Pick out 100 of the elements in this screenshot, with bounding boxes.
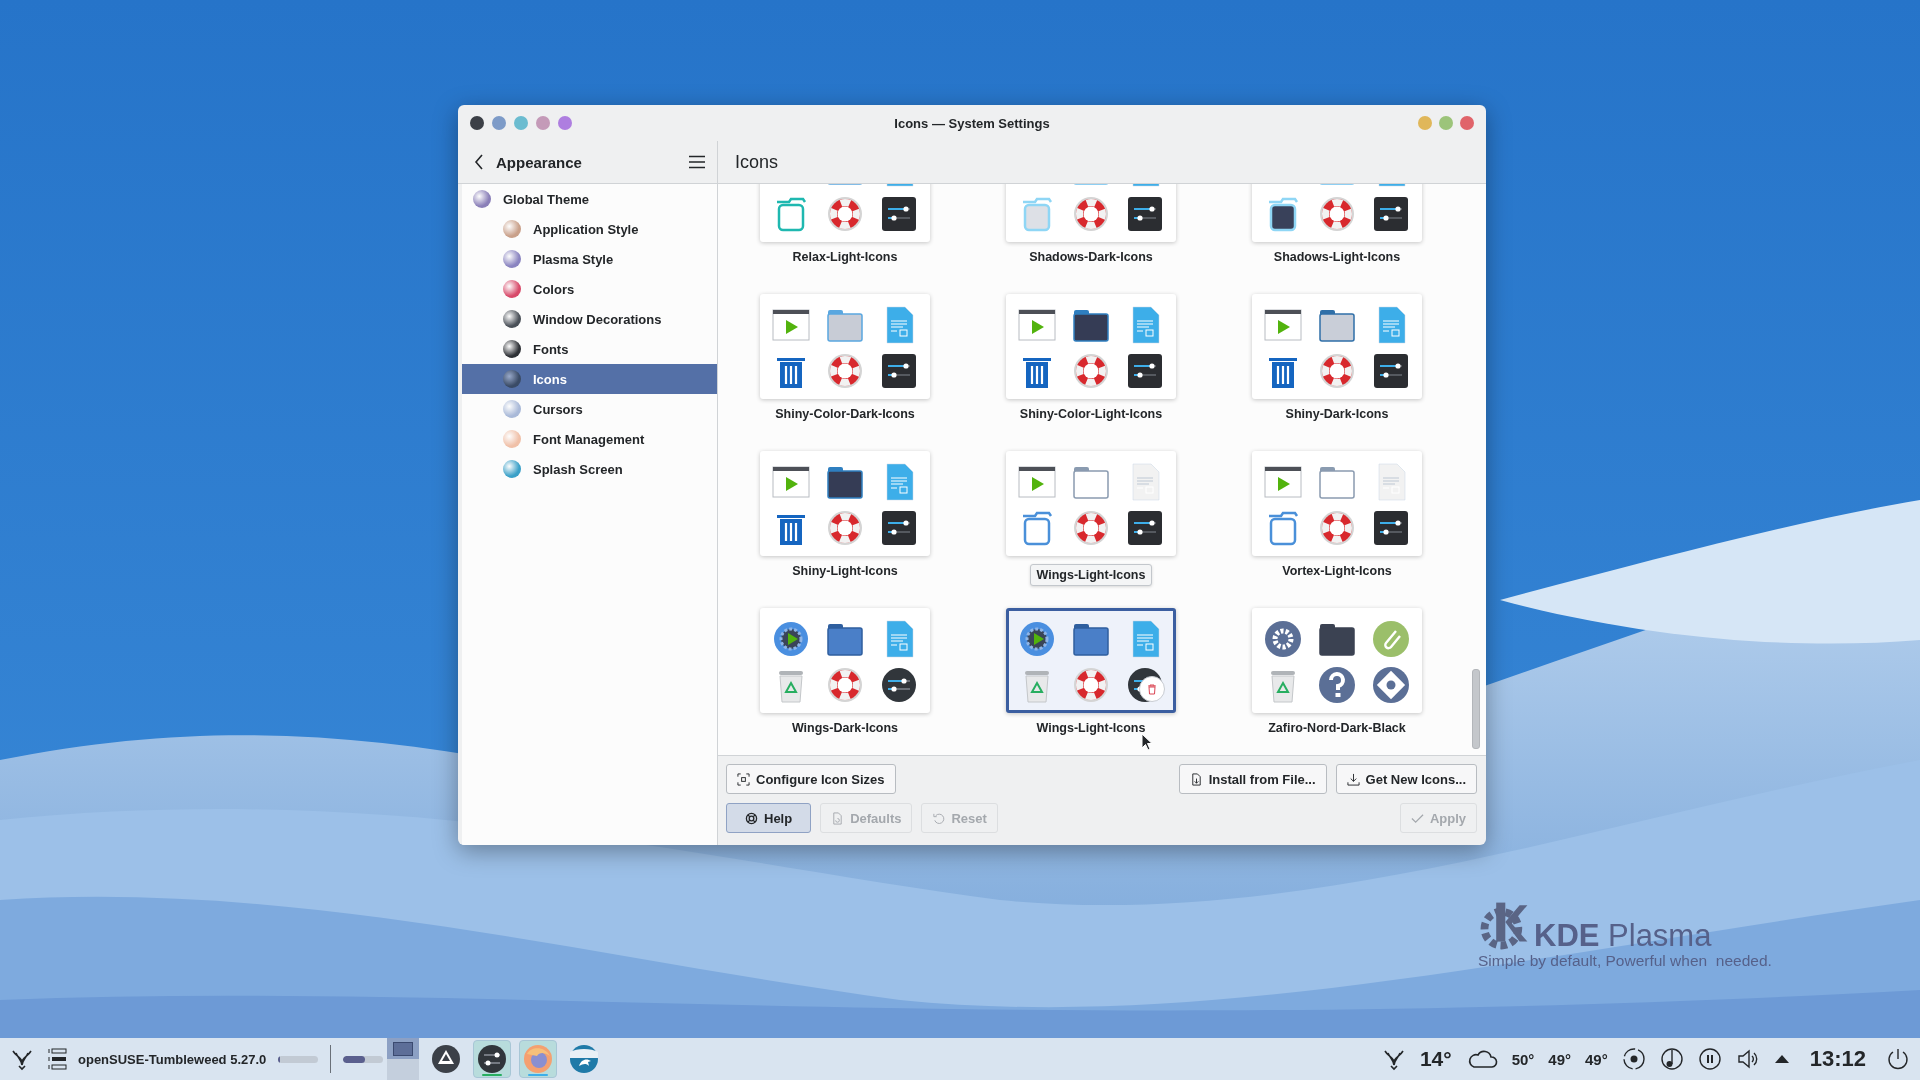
fox-globe-icon [523,1044,554,1074]
logo-title: KDE Plasma [1534,918,1712,954]
sliders-icon [1371,194,1411,234]
sensor-temperature[interactable]: 49° [1585,1050,1608,1068]
sidebar-item[interactable]: Colors [462,274,717,304]
file-icon [1189,772,1203,786]
icon-theme-preview[interactable] [1006,451,1176,556]
sidebar-item[interactable]: Global Theme [462,184,717,214]
theme-name: Zafiro-Nord-Dark-Black [1268,721,1406,735]
virtual-desktop[interactable] [387,1038,420,1059]
icon-theme-preview[interactable] [1252,451,1422,556]
sidebar-item[interactable]: Fonts [462,334,717,364]
sliders-icon [879,351,919,391]
sidebar-item[interactable]: Plasma Style [462,244,717,274]
window-button[interactable] [558,116,572,130]
settings-category-icon [503,460,521,478]
sliders-icon [477,1044,508,1074]
theme-name: Shiny-Light-Icons [792,564,898,578]
lifebuoy-icon [1071,508,1111,548]
icon-theme-preview[interactable] [760,451,930,556]
action-button[interactable]: Install from File... [1178,764,1327,794]
icon-theme-preview[interactable] [1006,608,1176,713]
lifebuoy-icon [1317,351,1357,391]
close-button[interactable] [1460,116,1474,130]
sliders-icon [1125,194,1165,234]
paperclip-icon [1371,619,1411,659]
task-list-icon[interactable] [46,1047,70,1071]
tooltip: Wings-Light-Icons [1029,564,1153,586]
cursor-icon [1141,733,1153,751]
icon-theme-preview[interactable] [760,608,930,713]
settings-category-icon [503,310,521,328]
up-arrow-icon[interactable] [1773,1054,1790,1064]
lifebuoy-icon [1071,194,1111,234]
icon-theme-preview[interactable] [1006,294,1176,399]
disc-icon [1371,665,1411,705]
sidebar-item[interactable]: Font Management [462,424,717,454]
checkmark-icon [1410,811,1424,825]
icon-theme-preview[interactable] [760,294,930,399]
sensor-temperature[interactable]: 49° [1548,1050,1572,1068]
gear-icon [1263,619,1303,659]
play-circle-icon [1017,619,1057,659]
theme-name: Shadows-Dark-Icons [1029,250,1153,264]
lifebuoy-icon [745,811,758,825]
settings-category-icon [503,220,521,238]
settings-category-icon [503,400,521,418]
settings-category-icon [473,190,491,208]
lifebuoy-icon [825,665,865,705]
document-icon [831,811,845,825]
sliders-icon [1371,351,1411,391]
record-icon[interactable] [1621,1047,1646,1071]
sidebar-item[interactable]: Window Decorations [462,304,717,334]
trash-icon [1146,683,1158,695]
sensor-temperature[interactable]: 50° [1511,1050,1535,1068]
music-icon[interactable] [1659,1047,1684,1071]
sidebar-item[interactable]: Application Style [462,214,717,244]
lifebuoy-icon [825,508,865,548]
sliders-icon [879,508,919,548]
play-circle-icon [771,619,811,659]
theme-name: Vortex-Light-Icons [1282,564,1392,578]
sidebar-item[interactable]: Icons [462,364,717,394]
action-button[interactable]: Help [726,803,812,833]
sliders-icon [1371,508,1411,548]
menu-icon[interactable] [689,155,705,169]
resize-icon [737,772,750,786]
lifebuoy-icon [1317,194,1357,234]
undo-icon [932,811,946,825]
sidebar-item[interactable]: Splash Screen [462,454,717,484]
sliders-icon [879,194,919,234]
power-icon[interactable] [1886,1047,1910,1071]
action-button[interactable]: Configure Icon Sizes [726,764,896,794]
pause-icon[interactable] [1697,1047,1722,1071]
theme-name: Shiny-Color-Light-Icons [1019,407,1163,421]
icon-theme-preview[interactable] [1252,608,1422,713]
clock[interactable]: 13:12 [1809,1046,1866,1072]
weather-temperature[interactable]: 14° [1419,1047,1452,1071]
icon-theme-preview[interactable] [1252,294,1422,399]
settings-category-icon [503,340,521,358]
theme-name: Shiny-Dark-Icons [1285,407,1389,421]
lifebuoy-icon [1071,665,1111,705]
task-button[interactable] [473,1040,512,1078]
scrollbar-thumb[interactable] [1472,669,1480,749]
task-label[interactable]: openSUSE-Tumbleweed 5.27.0 [78,1051,267,1067]
settings-category-icon [503,250,521,268]
gear-logo-icon [1478,900,1530,952]
logo-tagline: Simple by default, Powerful when needed. [1478,952,1772,970]
sliders-icon [879,665,919,705]
back-icon[interactable] [474,154,484,170]
section-title: Appearance [496,153,582,171]
sidebar-item[interactable]: Cursors [462,394,717,424]
settings-category-icon [503,430,521,448]
action-button[interactable]: Get New Icons... [1335,764,1477,794]
window-title: Icons — System Settings [894,115,1050,131]
pin-button[interactable] [470,116,484,130]
settings-category-icon [503,280,521,298]
lifebuoy-icon [1071,351,1111,391]
theme-name: Wings-Light-Icons [1036,721,1146,735]
theme-name: Relax-Light-Icons [792,250,898,264]
settings-category-icon [503,370,521,388]
lifebuoy-icon [825,351,865,391]
volume-icon[interactable] [1735,1047,1760,1071]
